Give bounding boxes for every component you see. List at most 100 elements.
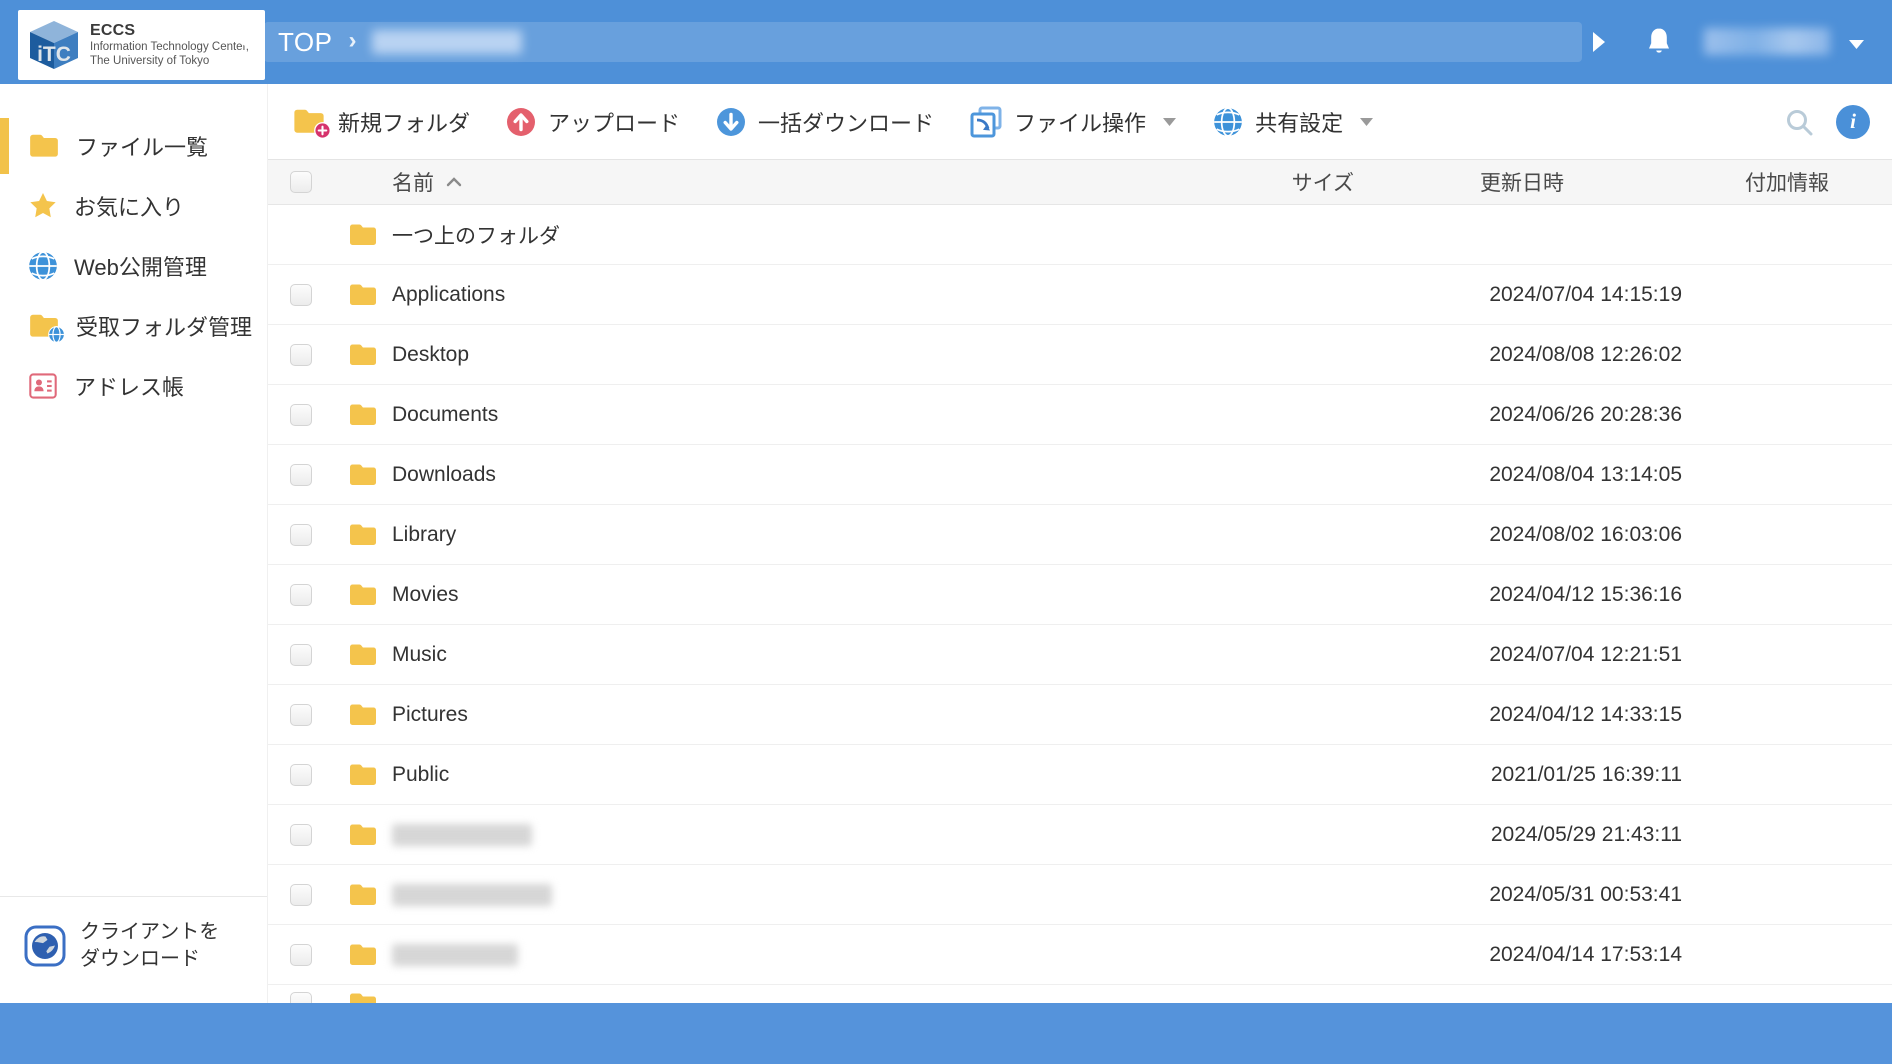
sidebar-item-receive-folder[interactable]: 受取フォルダ管理 [0, 296, 267, 356]
folder-icon [336, 883, 392, 907]
address-book-icon [28, 371, 58, 401]
checkbox-cell [268, 644, 336, 666]
share-settings-button[interactable]: 共有設定 [1213, 106, 1374, 138]
column-header-name[interactable]: 名前 [392, 167, 1162, 197]
bulk-download-button[interactable]: 一括ダウンロード [716, 106, 934, 138]
row-checkbox[interactable] [290, 284, 312, 306]
redacted-folder-name [392, 884, 1162, 906]
toolbar: 新規フォルダ アップロード [268, 84, 1892, 159]
breadcrumb-current-folder-redacted[interactable] [372, 30, 522, 54]
itc-cube-logo-icon: iTC [28, 20, 80, 70]
modified-date: 2024/07/04 14:15:19 [1362, 283, 1682, 307]
row-checkbox[interactable] [290, 944, 312, 966]
folder-name: Movies [392, 583, 1162, 607]
sidebar: ファイル一覧 お気に入り Web公開管理 [0, 84, 268, 1003]
info-button[interactable]: i [1836, 105, 1870, 139]
checkbox-cell [268, 464, 336, 486]
search-icon[interactable] [1784, 107, 1814, 137]
column-header-size[interactable]: サイズ [1162, 167, 1362, 197]
checkbox-cell [268, 824, 336, 846]
table-row[interactable]: Pictures2024/04/12 14:33:15 [268, 685, 1892, 745]
main-content: 新規フォルダ アップロード [268, 84, 1892, 1003]
row-checkbox[interactable] [290, 704, 312, 726]
user-menu-caret-icon[interactable] [1848, 37, 1865, 55]
file-list: 一つ上のフォルダApplications2024/07/04 14:15:19D… [268, 205, 1892, 985]
redacted-name-block [392, 824, 532, 846]
folder-icon [336, 343, 392, 367]
table-header-row: 名前 サイズ 更新日時 付加情報 [268, 159, 1892, 205]
download-icon [716, 107, 746, 137]
column-header-info[interactable]: 付加情報 [1682, 167, 1892, 197]
row-checkbox[interactable] [290, 824, 312, 846]
checkbox-cell [268, 884, 336, 906]
table-row[interactable]: Library2024/08/02 16:03:06 [268, 505, 1892, 565]
table-row-partial [268, 985, 1892, 1003]
star-icon [28, 192, 58, 220]
download-client-button[interactable]: クライアントを ダウンロード [0, 897, 267, 1003]
row-checkbox[interactable] [290, 524, 312, 546]
globe-icon [28, 251, 58, 281]
sidebar-item-favorites[interactable]: お気に入り [0, 176, 267, 236]
row-checkbox[interactable] [290, 404, 312, 426]
folder-icon [336, 763, 392, 787]
folder-icon [336, 223, 392, 247]
breadcrumb-back-arrow-icon[interactable] [238, 28, 258, 56]
file-operations-button[interactable]: ファイル操作 [970, 106, 1177, 138]
checkbox-cell [268, 404, 336, 426]
sort-ascending-icon [446, 177, 462, 187]
table-row[interactable]: Movies2024/04/12 15:36:16 [268, 565, 1892, 625]
upload-button[interactable]: アップロード [506, 106, 680, 138]
select-all-checkbox[interactable] [290, 171, 312, 193]
row-checkbox[interactable] [290, 884, 312, 906]
checkbox-cell [268, 944, 336, 966]
row-checkbox[interactable] [290, 992, 312, 1003]
table-row[interactable]: 2024/04/14 17:53:14 [268, 925, 1892, 985]
table-row[interactable]: Music2024/07/04 12:21:51 [268, 625, 1892, 685]
parent-folder-row[interactable]: 一つ上のフォルダ [268, 205, 1892, 265]
modified-date: 2021/01/25 16:39:11 [1362, 763, 1682, 787]
chevron-down-icon [1359, 117, 1374, 127]
client-app-globe-icon [24, 925, 66, 967]
folder-icon [336, 823, 392, 847]
table-row[interactable]: Desktop2024/08/08 12:26:02 [268, 325, 1892, 385]
username-redacted[interactable] [1704, 28, 1830, 55]
svg-text:iTC: iTC [37, 43, 71, 66]
sidebar-item-label: ファイル一覧 [76, 130, 208, 162]
download-client-label: クライアントを ダウンロード [80, 919, 219, 973]
sidebar-spacer [0, 416, 267, 896]
table-row[interactable]: Public2021/01/25 16:39:11 [268, 745, 1892, 805]
table-row[interactable]: Documents2024/06/26 20:28:36 [268, 385, 1892, 445]
table-row[interactable]: 2024/05/31 00:53:41 [268, 865, 1892, 925]
bulk-download-label: 一括ダウンロード [758, 106, 934, 138]
eccs-logo[interactable]: iTC ECCS Information Technology Center, … [18, 10, 265, 80]
notifications-bell-icon[interactable] [1646, 27, 1672, 62]
sidebar-item-address-book[interactable]: アドレス帳 [0, 356, 267, 416]
folder-icon [336, 703, 392, 727]
sidebar-item-label: Web公開管理 [74, 250, 207, 282]
table-row[interactable]: 2024/05/29 21:43:11 [268, 805, 1892, 865]
breadcrumb-chevron-icon: › [348, 27, 356, 55]
sidebar-item-label: アドレス帳 [74, 370, 184, 402]
row-checkbox[interactable] [290, 764, 312, 786]
folder-icon [336, 583, 392, 607]
row-checkbox[interactable] [290, 344, 312, 366]
upload-icon [506, 107, 536, 137]
footer-bar [0, 1003, 1892, 1064]
row-checkbox[interactable] [290, 644, 312, 666]
row-checkbox[interactable] [290, 464, 312, 486]
sidebar-item-web-publish[interactable]: Web公開管理 [0, 236, 267, 296]
chevron-down-icon [1162, 117, 1177, 127]
folder-icon [336, 283, 392, 307]
breadcrumb-forward-arrow-icon[interactable] [1592, 28, 1612, 56]
row-checkbox[interactable] [290, 584, 312, 606]
download-client-line2: ダウンロード [80, 948, 200, 970]
table-row[interactable]: Downloads2024/08/04 13:14:05 [268, 445, 1892, 505]
breadcrumb-top[interactable]: TOP [278, 27, 332, 58]
eccs-file-manager: iTC ECCS Information Technology Center, … [0, 0, 1892, 1064]
breadcrumb: TOP › [264, 22, 1582, 62]
new-folder-button[interactable]: 新規フォルダ [292, 106, 470, 138]
sidebar-item-file-list[interactable]: ファイル一覧 [0, 116, 267, 176]
folder-icon [28, 133, 60, 159]
table-row[interactable]: Applications2024/07/04 14:15:19 [268, 265, 1892, 325]
column-header-modified[interactable]: 更新日時 [1362, 167, 1682, 197]
